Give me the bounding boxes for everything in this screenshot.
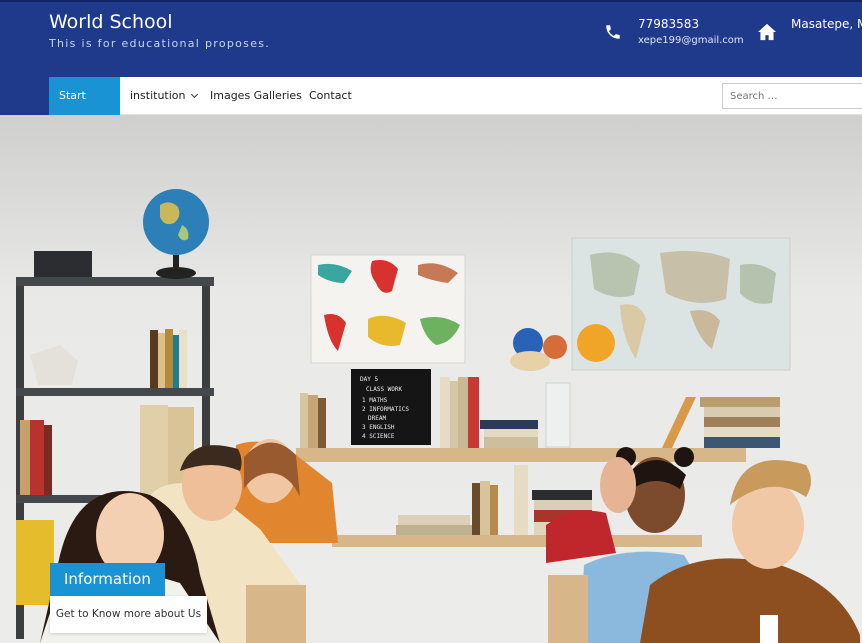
nav-item-contact[interactable]: Contact xyxy=(309,77,352,115)
nav-item-images-galleries[interactable]: Images Galleries xyxy=(210,77,302,115)
board-line: 4 SCIENCE xyxy=(362,433,395,440)
nav-item-label: Images Galleries xyxy=(210,89,302,102)
board-line: CLASS WORK xyxy=(366,386,403,393)
contact-info: 77983583 xepe199@gmail.com xyxy=(638,17,744,46)
site-tagline: This is for educational proposes. xyxy=(49,37,271,50)
nav-item-institution[interactable]: institution xyxy=(130,77,199,115)
nav-item-label: Contact xyxy=(309,89,352,102)
phone-number[interactable]: 77983583 xyxy=(638,17,744,31)
nav-item-label: institution xyxy=(130,89,186,102)
header-strip xyxy=(0,77,49,115)
board-line: DAY 5 xyxy=(360,376,378,383)
information-heading: Information xyxy=(50,563,165,596)
board-line: DREAM xyxy=(368,415,386,422)
letter-board: DAY 5 CLASS WORK 1 MATHS 2 INFORMATICS D… xyxy=(351,369,431,445)
board-line: 1 MATHS xyxy=(362,397,388,404)
address-text: Masatepe, M xyxy=(791,17,862,31)
board-line: 3 ENGLISH xyxy=(362,424,395,431)
email-address[interactable]: xepe199@gmail.com xyxy=(638,35,744,46)
continent-posters xyxy=(310,254,466,364)
board-line: 2 INFORMATICS xyxy=(362,406,409,413)
chevron-down-icon xyxy=(191,90,199,99)
search-input[interactable] xyxy=(722,83,862,109)
site-title[interactable]: World School xyxy=(49,11,173,33)
nav-item-start-page[interactable]: Start Page xyxy=(49,77,120,140)
know-more-button[interactable]: Get to Know more about Us xyxy=(50,596,207,633)
phone-icon xyxy=(606,25,620,39)
top-header: World School This is for educational pro… xyxy=(0,0,862,77)
home-icon xyxy=(758,23,776,41)
